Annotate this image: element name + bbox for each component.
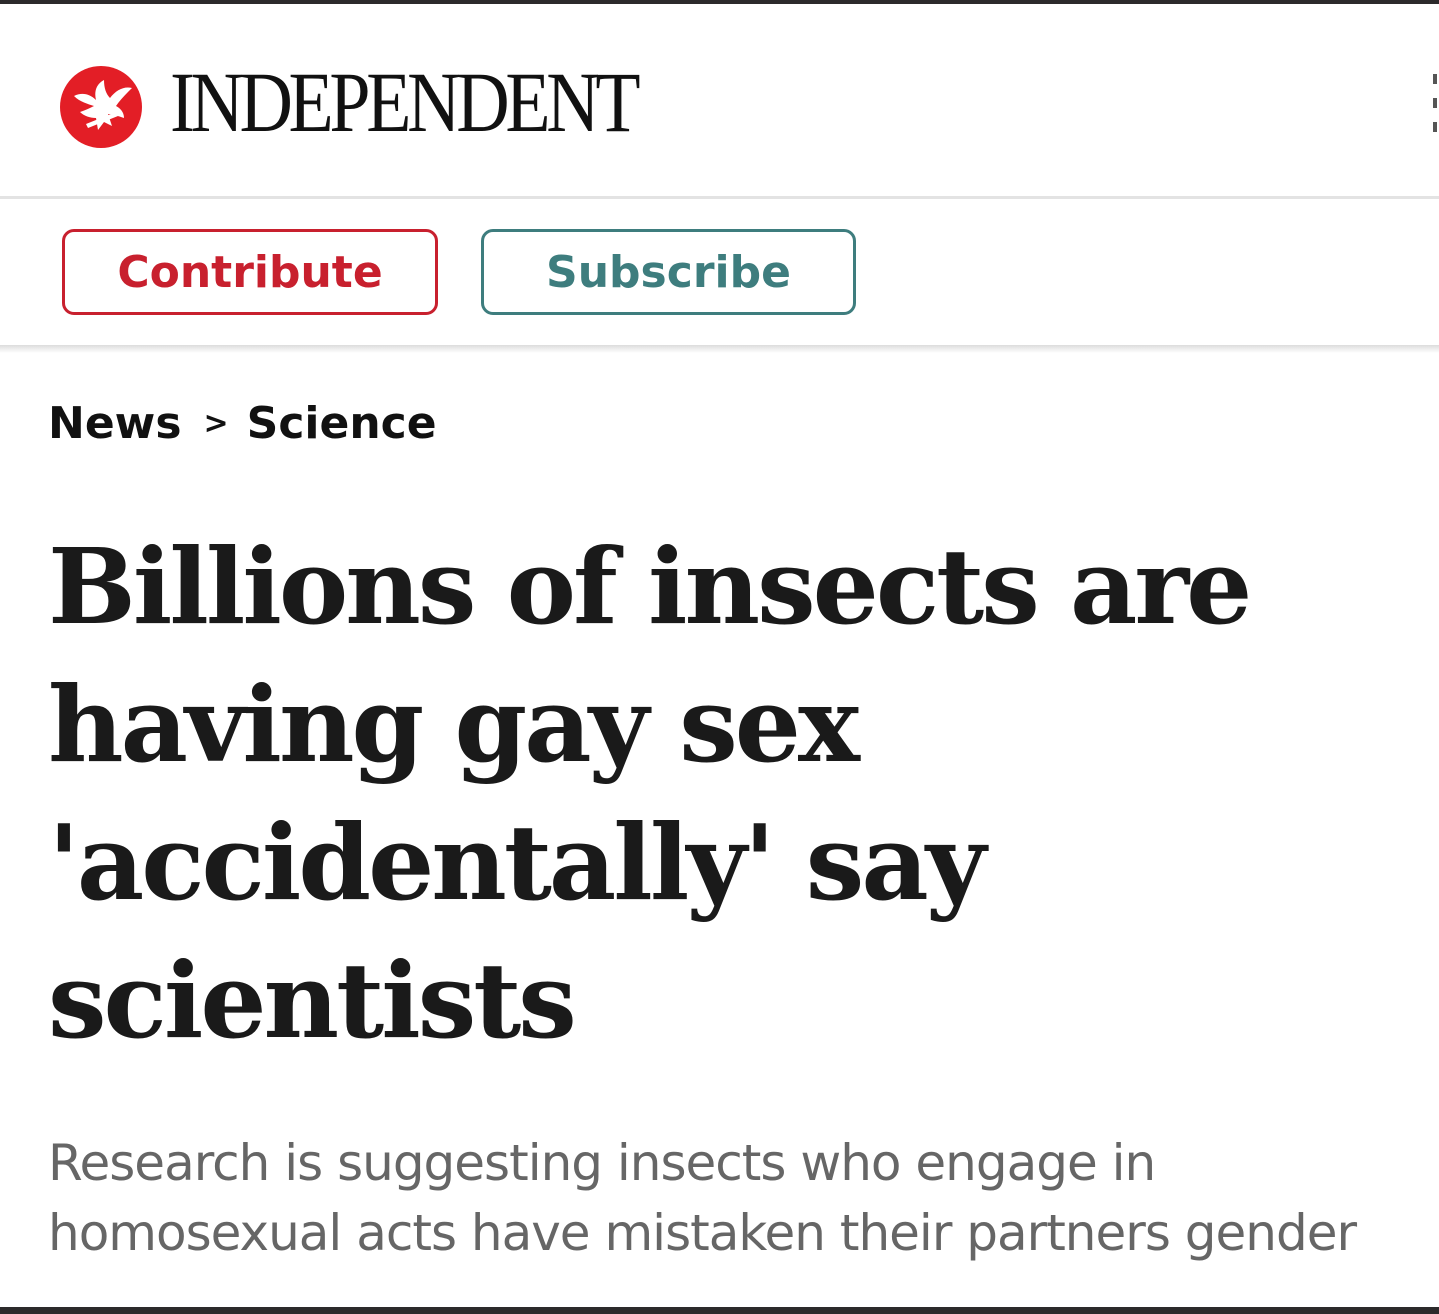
action-bar: Contribute Subscribe <box>0 199 1439 345</box>
eagle-icon[interactable] <box>60 66 142 148</box>
contribute-button[interactable]: Contribute <box>62 229 438 315</box>
action-bar-shadow <box>0 345 1439 353</box>
breadcrumb-science[interactable]: Science <box>247 398 437 449</box>
brand-wordmark[interactable]: INDEPENDENT <box>170 54 641 150</box>
breadcrumb: News > Science <box>48 398 437 449</box>
masthead: INDEPENDENT <box>0 4 1439 196</box>
article-standfirst: Research is suggesting insects who engag… <box>48 1134 1357 1262</box>
bottom-border <box>0 1307 1439 1314</box>
subscribe-button[interactable]: Subscribe <box>481 229 856 315</box>
chevron-right-icon: > <box>203 406 229 441</box>
article-headline: Billions of insects are having gay sex '… <box>48 525 1252 1062</box>
breadcrumb-news[interactable]: News <box>48 398 182 449</box>
menu-icon[interactable] <box>1433 74 1439 132</box>
